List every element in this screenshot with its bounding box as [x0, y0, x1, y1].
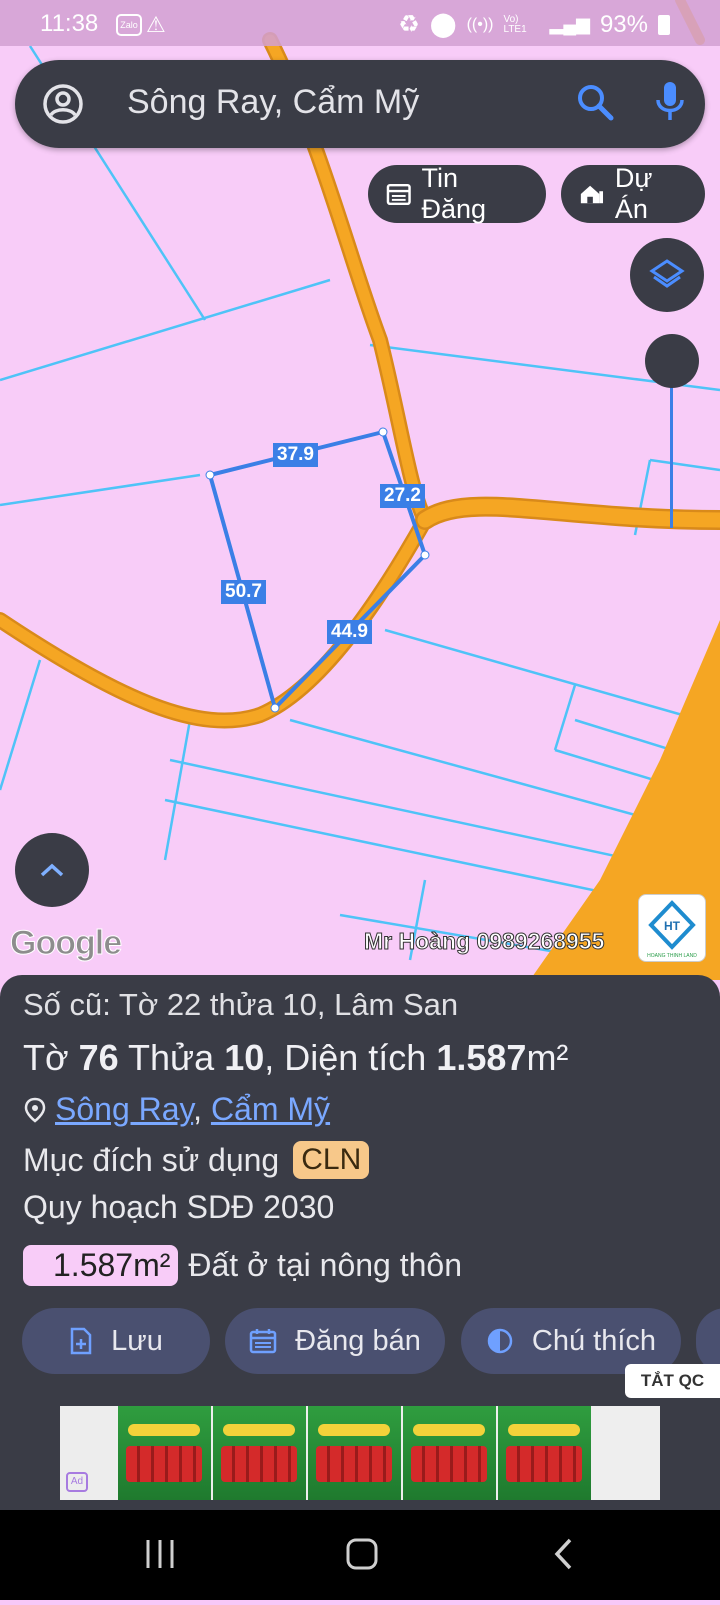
post-sale-button[interactable]: Đăng bán — [225, 1308, 445, 1374]
parcel-number: 10 — [224, 1037, 265, 1078]
file-add-icon — [70, 1327, 92, 1355]
recent-apps-icon — [146, 1540, 174, 1568]
plan-type: Đất ở tại nông thôn — [188, 1247, 462, 1283]
watermark-text: Mr Hoàng 0989268955 — [363, 928, 605, 955]
measure-label: 50.7 — [221, 580, 266, 604]
measure-label: 37.9 — [273, 443, 318, 467]
district-link[interactable]: Cẩm Mỹ — [211, 1091, 330, 1127]
expand-panel-button[interactable] — [15, 833, 89, 907]
projects-chip[interactable]: Dự Án — [561, 163, 705, 224]
land-use-badge: CLN — [293, 1141, 370, 1179]
listings-chip[interactable]: Tin Đăng — [368, 163, 546, 224]
projects-chip-label: Dự Án — [614, 163, 653, 224]
old-parcel-text: Số cũ: Tờ 22 thửa 10, Lâm San — [23, 987, 459, 1022]
zalo-icon: Zalo — [116, 14, 142, 36]
ad-tile — [498, 1406, 591, 1500]
google-logo: Google — [9, 924, 122, 963]
ad-tile — [403, 1406, 496, 1500]
opacity-slider-knob[interactable] — [645, 334, 699, 388]
save-button-label: Lưu — [111, 1324, 163, 1357]
layers-icon — [649, 259, 685, 288]
measure-label: 27.2 — [380, 484, 425, 508]
commune-link[interactable]: Sông Ray — [55, 1091, 193, 1127]
ad-tile — [213, 1406, 306, 1500]
location-row: Sông Ray, Cẩm Mỹ — [23, 1091, 330, 1128]
location-icon: ⬤ — [429, 11, 457, 38]
post-sale-button-label: Đăng bán — [295, 1324, 421, 1357]
layers-button[interactable] — [630, 238, 704, 312]
sheet-number: 76 — [78, 1037, 119, 1078]
search-icon[interactable] — [575, 82, 615, 129]
measure-label: 44.9 — [327, 620, 372, 644]
status-bar: 11:38 Zalo ⚠ ♻ ⬤ ((•)) Vo) LTE1 ▂▄▆ 93% — [0, 0, 720, 46]
parcel-title: Tờ 76 Thửa 10, Diện tích 1.587m² — [23, 1037, 569, 1078]
calendar-list-icon — [386, 183, 411, 206]
network-label: Vo) LTE1 — [503, 13, 527, 35]
wifi-icon: ((•)) — [466, 15, 494, 33]
ad-banner[interactable] — [60, 1406, 660, 1500]
chevron-up-icon — [40, 863, 64, 877]
signal-icon: ▂▄▆ — [549, 14, 590, 34]
contrast-icon — [487, 1328, 513, 1354]
listings-chip-label: Tin Đăng — [421, 163, 487, 224]
legend-button-label: Chú thích — [531, 1324, 657, 1357]
ad-tile — [308, 1406, 401, 1500]
plan-area-badge: 1.587m² — [23, 1245, 179, 1286]
house-icon — [580, 185, 604, 204]
warning-icon: ⚠ — [146, 12, 166, 37]
mic-icon[interactable] — [655, 80, 685, 131]
land-use-row: Mục đích sử dụng CLN — [23, 1141, 370, 1179]
battery-icon — [658, 14, 670, 35]
recycle-icon: ♻ — [398, 11, 420, 38]
svg-text:HOANG THINH LAND: HOANG THINH LAND — [647, 953, 697, 959]
plan-label: Quy hoạch SDĐ 2030 — [23, 1189, 335, 1225]
system-nav-bar — [0, 1510, 720, 1600]
brand-logo: HT HOANG THINH LAND — [638, 894, 706, 962]
nav-buttons — [146, 1538, 572, 1570]
hide-ad-button[interactable]: TẮT QC — [625, 1364, 720, 1398]
land-use-label: Mục đích sử dụng — [23, 1141, 280, 1178]
plan-row: 1.587m² Đất ở tại nông thôn — [23, 1245, 462, 1286]
search-input[interactable]: Sông Ray, Cẩm Mỹ — [127, 83, 419, 122]
search-bar[interactable]: Sông Ray, Cẩm Mỹ — [15, 60, 705, 148]
ad-tile — [118, 1406, 211, 1500]
status-time: 11:38 — [40, 10, 99, 37]
svg-text:HT: HT — [664, 919, 681, 933]
battery-percent: 93% — [599, 10, 648, 38]
location-pin-icon — [24, 1097, 46, 1123]
calendar-icon — [249, 1329, 277, 1354]
save-button[interactable]: Lưu — [22, 1308, 210, 1374]
home-icon — [346, 1538, 378, 1570]
ad-badge: Ad — [66, 1472, 88, 1492]
back-icon — [554, 1538, 572, 1570]
area-value: 1.587 — [436, 1037, 527, 1078]
account-circle-icon[interactable] — [41, 82, 85, 131]
